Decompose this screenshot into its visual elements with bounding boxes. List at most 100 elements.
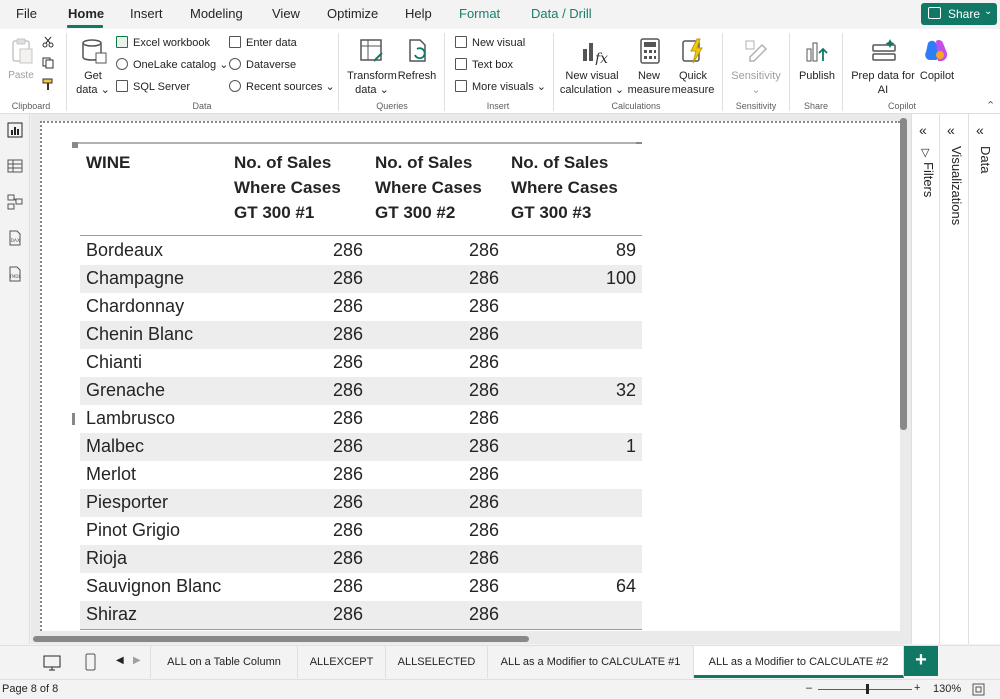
- header-line: No. of Sales: [234, 153, 332, 172]
- tab-all-on-table-column[interactable]: ALL on a Table Column: [151, 646, 298, 678]
- paste-button[interactable]: Paste: [7, 69, 35, 83]
- format-painter-icon[interactable]: [42, 78, 55, 91]
- new-measure-button[interactable]: New measure: [627, 69, 671, 97]
- mobile-view-icon[interactable]: [85, 653, 96, 671]
- prep-data-for-ai-button[interactable]: Prep data for AI: [849, 69, 917, 97]
- tab-allselected[interactable]: ALLSELECTED: [386, 646, 488, 678]
- zoom-in-icon[interactable]: +: [914, 682, 920, 694]
- tab-all-modifier-calculate-2[interactable]: ALL as a Modifier to CALCULATE #2: [694, 646, 904, 678]
- group-label-clipboard: Clipboard: [11, 101, 51, 111]
- menu-file[interactable]: File: [16, 6, 37, 21]
- column-header-wine[interactable]: WINE: [86, 150, 130, 175]
- zoom-slider-thumb[interactable]: [866, 684, 869, 694]
- visualizations-pane[interactable]: « Visualizations: [939, 114, 968, 644]
- table-row[interactable]: Piesporter 286 286: [80, 489, 642, 517]
- collapse-chevron-icon[interactable]: «: [976, 122, 984, 138]
- sql-server-button[interactable]: SQL Server: [116, 80, 190, 93]
- data-pane[interactable]: « Data: [968, 114, 1000, 644]
- menu-optimize[interactable]: Optimize: [327, 6, 378, 21]
- table-row[interactable]: Shiraz 286 286: [80, 601, 642, 629]
- table-row[interactable]: Chenin Blanc 286 286: [80, 321, 642, 349]
- refresh-button[interactable]: Refresh: [397, 69, 437, 83]
- dataverse-icon: [229, 58, 241, 70]
- copy-icon[interactable]: [42, 57, 54, 69]
- cut-icon[interactable]: [42, 36, 54, 48]
- quick-measure-button[interactable]: Quick measure: [671, 69, 715, 97]
- zoom-slider[interactable]: [818, 689, 912, 690]
- table-row[interactable]: Grenache 286 286 32: [80, 377, 642, 405]
- tab-allexcept[interactable]: ALLEXCEPT: [298, 646, 386, 678]
- desktop-view-icon[interactable]: [43, 655, 61, 671]
- menu-data-drill[interactable]: Data / Drill: [531, 6, 592, 21]
- tab-scroll-left-icon[interactable]: ◀: [116, 655, 124, 666]
- group-label-sensitivity: Sensitivity: [735, 101, 777, 111]
- menu-view[interactable]: View: [272, 6, 300, 21]
- menu-insert[interactable]: Insert: [130, 6, 163, 21]
- transform-data-button[interactable]: Transform data ⌄: [345, 69, 399, 97]
- excel-workbook-button[interactable]: Excel workbook: [116, 36, 210, 49]
- menu-modeling[interactable]: Modeling: [190, 6, 243, 21]
- visual-top-border: [72, 142, 642, 144]
- zoom-level: 130%: [933, 683, 962, 695]
- sensitivity-icon: [745, 40, 768, 62]
- enter-data-button[interactable]: Enter data: [229, 36, 297, 49]
- table-row[interactable]: Merlot 286 286: [80, 461, 642, 489]
- visual-resize-handle[interactable]: [636, 142, 642, 144]
- table-header: WINE No. of Sales Where Cases GT 300 #1 …: [80, 150, 642, 236]
- column-header-measure-3[interactable]: No. of Sales Where Cases GT 300 #3: [511, 150, 618, 225]
- more-visuals-button[interactable]: More visuals ⌄: [455, 80, 546, 93]
- add-page-button[interactable]: +: [904, 646, 938, 676]
- header-line: GT 300 #1: [234, 203, 315, 222]
- cell-measure-3: 32: [615, 380, 636, 400]
- new-visual-button[interactable]: New visual: [455, 36, 525, 49]
- table-view-icon[interactable]: [7, 158, 23, 174]
- publish-button[interactable]: Publish: [796, 69, 838, 83]
- column-header-measure-2[interactable]: No. of Sales Where Cases GT 300 #2: [375, 150, 482, 225]
- table-row[interactable]: Champagne 286 286 100: [80, 265, 642, 293]
- filters-pane[interactable]: « ▽ Filters: [911, 114, 939, 644]
- page-indicator: Page 8 of 8: [2, 683, 59, 695]
- vertical-scrollbar[interactable]: [900, 118, 907, 430]
- fit-to-page-icon[interactable]: [972, 683, 985, 696]
- sensitivity-button[interactable]: Sensitivity ⌄: [728, 69, 784, 97]
- menu-help[interactable]: Help: [405, 6, 432, 21]
- table-row[interactable]: Chardonnay 286 286: [80, 293, 642, 321]
- report-view-icon[interactable]: [7, 122, 23, 138]
- column-header-measure-1[interactable]: No. of Sales Where Cases GT 300 #1: [234, 150, 341, 225]
- visualizations-pane-title: Visualizations: [949, 146, 964, 226]
- table-row[interactable]: Malbec 286 286 1: [80, 433, 642, 461]
- menu-home[interactable]: Home: [68, 6, 104, 21]
- get-data-button[interactable]: Get data ⌄: [74, 69, 112, 97]
- table-row[interactable]: Sauvignon Blanc 286 286 64: [80, 573, 642, 601]
- table-row[interactable]: Bordeaux 286 286 89: [80, 237, 642, 265]
- text-box-button[interactable]: Text box: [455, 58, 513, 71]
- collapse-ribbon-icon[interactable]: ⌃: [986, 99, 995, 112]
- new-visual-calculation-button[interactable]: New visual calculation ⌄: [558, 69, 626, 97]
- collapse-chevron-icon[interactable]: «: [947, 122, 955, 138]
- table-row[interactable]: Rioja 286 286: [80, 545, 642, 573]
- table-row[interactable]: Lambrusco 286 286: [80, 405, 642, 433]
- tmdl-view-icon[interactable]: TMDL: [7, 266, 23, 282]
- prep-data-icon: [872, 39, 896, 61]
- dax-query-view-icon[interactable]: DAX: [7, 230, 23, 246]
- tab-scroll-right-icon[interactable]: ▶: [133, 655, 141, 666]
- visual-resize-handle[interactable]: [72, 142, 78, 148]
- share-button[interactable]: Share ⌄: [921, 3, 997, 25]
- tab-all-modifier-calculate-1[interactable]: ALL as a Modifier to CALCULATE #1: [488, 646, 694, 678]
- collapse-chevron-icon[interactable]: «: [919, 122, 927, 138]
- model-view-icon[interactable]: [7, 194, 23, 210]
- cell-measure-1: 286: [332, 380, 363, 400]
- dataverse-button[interactable]: Dataverse: [229, 58, 296, 71]
- zoom-out-icon[interactable]: –: [806, 682, 812, 694]
- horizontal-scrollbar[interactable]: [33, 636, 529, 642]
- visual-resize-handle[interactable]: [72, 413, 75, 425]
- copilot-button[interactable]: Copilot: [916, 69, 958, 83]
- recent-sources-button[interactable]: Recent sources ⌄: [229, 80, 335, 93]
- prep-data-line1: Prep data for: [851, 70, 915, 82]
- excel-icon: [116, 36, 128, 48]
- table-row[interactable]: Pinot Grigio 286 286: [80, 517, 642, 545]
- menu-format[interactable]: Format: [459, 6, 500, 21]
- table-row[interactable]: Chianti 286 286: [80, 349, 642, 377]
- group-label-share: Share: [803, 101, 829, 111]
- onelake-catalog-button[interactable]: OneLake catalog ⌄: [116, 58, 228, 71]
